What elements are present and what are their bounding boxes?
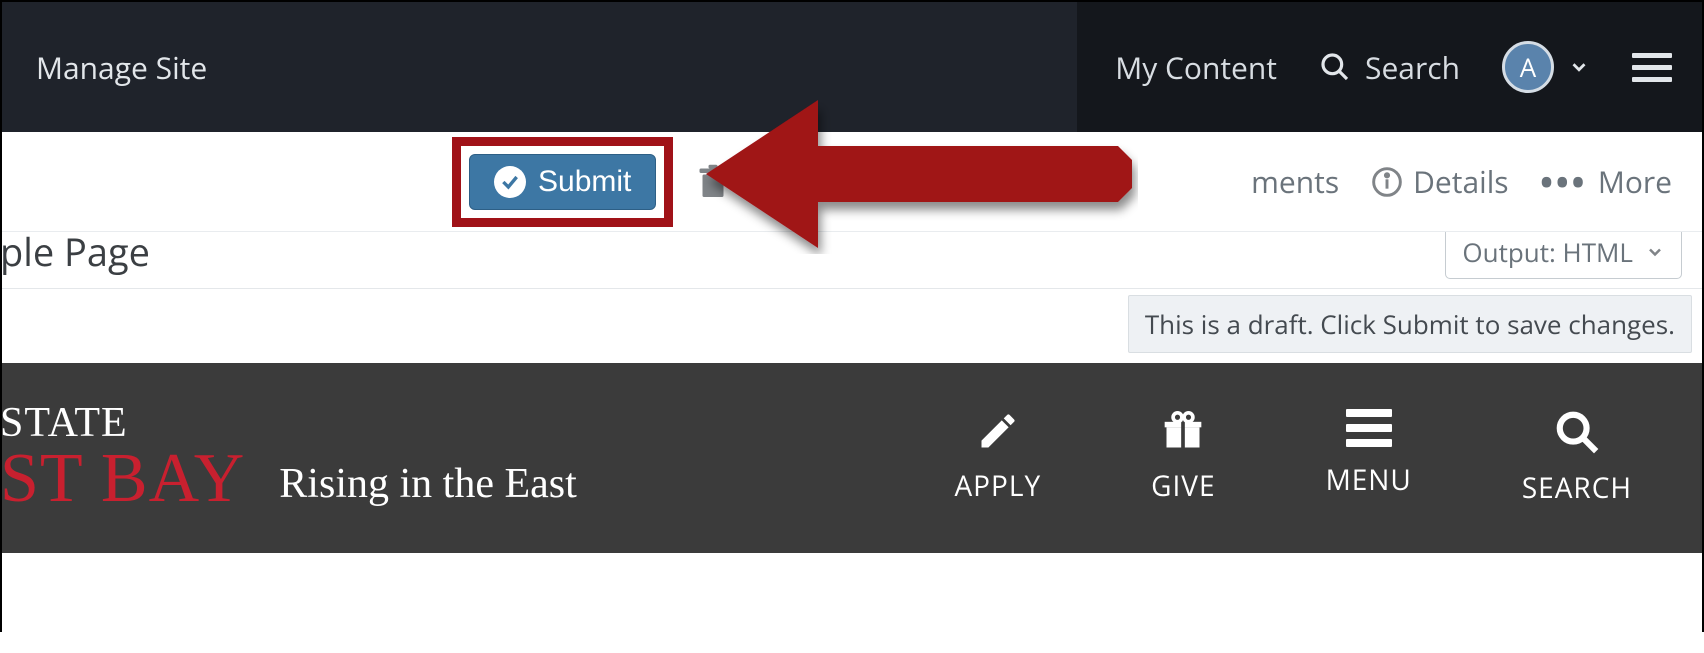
my-content-label: My Content bbox=[1115, 47, 1277, 88]
preview-body-whitespace bbox=[2, 553, 1702, 653]
search-label: Search bbox=[1365, 47, 1460, 88]
brand-line2: ST BAY bbox=[0, 444, 245, 514]
brand-tagline: Rising in the East bbox=[279, 460, 577, 514]
delete-button[interactable] bbox=[695, 162, 731, 202]
action-bar-right: ments Details ••• More bbox=[1251, 161, 1672, 202]
nav-apply[interactable]: APPLY bbox=[954, 409, 1041, 507]
gift-icon bbox=[1159, 409, 1207, 453]
draft-notice: This is a draft. Click Submit to save ch… bbox=[1128, 295, 1692, 353]
chevron-down-icon bbox=[1645, 242, 1665, 262]
nav-menu[interactable]: MENU bbox=[1326, 409, 1412, 507]
more-label: More bbox=[1598, 161, 1672, 202]
nav-search[interactable]: SEARCH bbox=[1522, 409, 1632, 507]
chevron-down-icon bbox=[1568, 56, 1590, 78]
info-icon bbox=[1371, 166, 1403, 198]
page-title-row: ple Page Output: HTML bbox=[2, 232, 1702, 288]
submit-label: Submit bbox=[538, 165, 631, 199]
more-menu[interactable]: ••• More bbox=[1541, 161, 1672, 202]
output-label: Output: HTML bbox=[1462, 234, 1633, 270]
main-menu-button[interactable] bbox=[1632, 53, 1672, 82]
top-nav-right: My Content Search A bbox=[1077, 2, 1702, 132]
avatar-icon: A bbox=[1502, 41, 1554, 93]
pencil-icon bbox=[976, 409, 1020, 453]
nav-give[interactable]: GIVE bbox=[1151, 409, 1215, 507]
search-icon bbox=[1554, 409, 1600, 455]
nav-menu-label: MENU bbox=[1326, 461, 1412, 499]
nav-give-label: GIVE bbox=[1151, 467, 1215, 505]
manage-site-link[interactable]: Manage Site bbox=[2, 47, 1077, 88]
check-circle-icon bbox=[494, 166, 526, 198]
page-title: ple Page bbox=[0, 226, 150, 278]
nav-search-label: SEARCH bbox=[1522, 469, 1632, 507]
submit-highlight-box: Submit bbox=[452, 137, 673, 227]
my-content-link[interactable]: My Content bbox=[1115, 47, 1277, 88]
comments-link[interactable]: ments bbox=[1251, 161, 1339, 202]
comments-label-fragment: ments bbox=[1251, 161, 1339, 202]
site-preview-header: STATE ST BAY Rising in the East APPLY bbox=[2, 363, 1702, 553]
site-preview-nav: APPLY GIVE MENU bbox=[954, 409, 1632, 507]
page-action-bar: Submit ments Details ••• More bbox=[2, 132, 1702, 232]
search-icon bbox=[1319, 51, 1351, 83]
search-link[interactable]: Search bbox=[1319, 47, 1460, 88]
hamburger-icon bbox=[1346, 409, 1392, 447]
draft-notice-row: This is a draft. Click Submit to save ch… bbox=[2, 288, 1702, 363]
more-icon: ••• bbox=[1541, 161, 1588, 202]
manage-site-label: Manage Site bbox=[36, 47, 207, 88]
output-format-select[interactable]: Output: HTML bbox=[1445, 225, 1682, 279]
nav-apply-label: APPLY bbox=[954, 467, 1041, 505]
details-link[interactable]: Details bbox=[1371, 161, 1508, 202]
details-label: Details bbox=[1413, 161, 1508, 202]
brand-line1: STATE bbox=[0, 402, 245, 444]
avatar-initial: A bbox=[1520, 49, 1536, 85]
site-brand: STATE ST BAY Rising in the East bbox=[2, 402, 577, 514]
submit-button[interactable]: Submit bbox=[469, 154, 656, 210]
user-menu[interactable]: A bbox=[1502, 41, 1590, 93]
cms-top-nav: Manage Site My Content Search A bbox=[2, 2, 1702, 132]
